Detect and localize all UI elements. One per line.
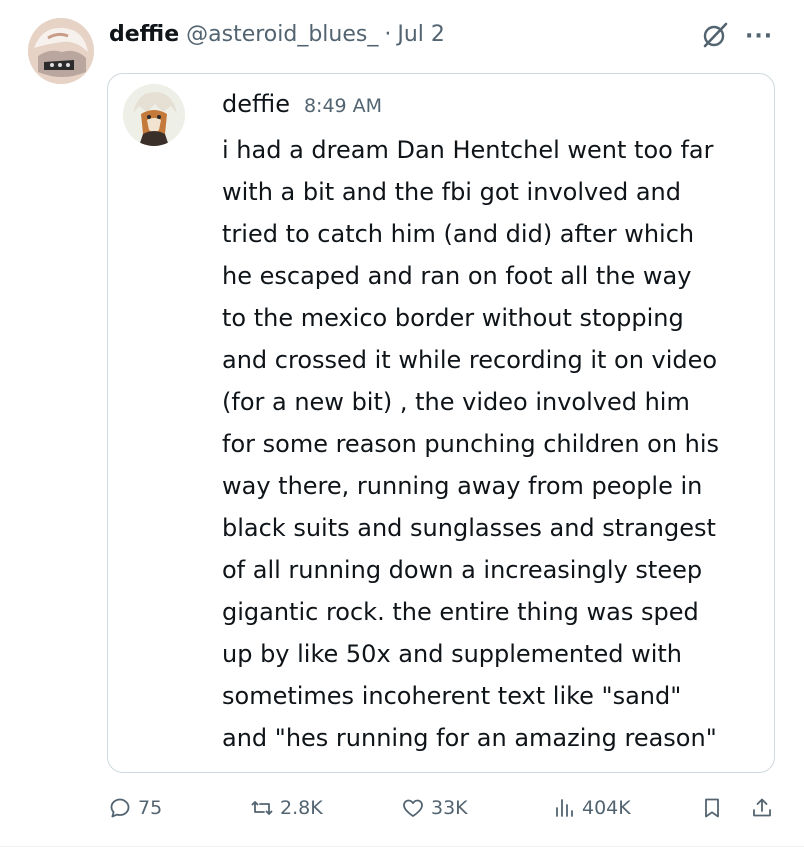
grok-icon[interactable] [700,20,730,50]
action-bar: 75 2.8K 33K 404K [108,788,776,828]
author-handle[interactable]: @asteroid_blues_ [186,22,378,47]
bookmark-button[interactable] [700,788,724,828]
post-header: deffie @asteroid_blues_ · Jul 2 [109,18,445,50]
quoted-author-name: deffie [222,90,290,118]
quoted-text-line: he escaped and ran on foot all the way [222,262,692,290]
quoted-text-line: of all running down a increasingly steep [222,556,703,584]
quoted-text-line: to the mexico border without stopping [222,304,684,332]
quoted-text-line: with a bit and the fbi got involved and [222,178,681,206]
post-date[interactable]: Jul 2 [397,22,445,47]
divider [0,846,804,847]
share-button[interactable] [750,788,774,828]
quoted-text-line: gigantic rock. the entire thing was sped [222,598,699,626]
quoted-author-avatar [123,84,185,146]
quoted-text-line: way there, running away from people in [222,472,703,500]
repost-count: 2.8K [280,797,323,819]
quoted-header: deffie 8:49 AM [222,90,382,118]
like-button[interactable]: 33K [401,788,468,828]
quoted-text-line: sometimes incoherent text like "sand" [222,682,682,710]
quoted-text-line: (for a new bit) , the video involved him [222,388,690,416]
quoted-text-line: and crossed it while recording it on vid… [222,346,718,374]
like-count: 33K [431,797,468,819]
quoted-post[interactable]: deffie 8:49 AM i had a dream Dan Hentche… [107,73,775,773]
quoted-text-line: for some reason punching children on his [222,430,720,458]
quoted-text-line: up by like 50x and supplemented with [222,640,682,668]
reply-button[interactable]: 75 [108,788,162,828]
views-button[interactable]: 404K [552,788,631,828]
author-name[interactable]: deffie [109,22,179,47]
reply-count: 75 [138,797,163,819]
quoted-time: 8:49 AM [303,95,383,117]
quoted-text-line: tried to catch him (and did) after which [222,220,695,248]
quoted-text-line: and "hes running for an amazing reason" [222,724,717,752]
bookmark-icon [705,798,719,818]
repost-icon [251,801,273,815]
reply-icon [110,798,130,818]
share-icon [753,798,771,817]
views-count: 404K [582,797,631,819]
quoted-text: i had a dream Dan Hentchel went too far … [222,129,767,759]
quoted-text-line: black suits and sunglasses and strangest [222,514,716,542]
views-icon [556,799,573,817]
quoted-avatar-image [123,84,185,146]
heart-icon [403,799,423,817]
more-icon[interactable]: ··· [745,24,775,49]
author-avatar[interactable] [28,18,94,84]
quoted-text-line: i had a dream Dan Hentchel went too far [222,136,714,164]
header-separator: · [384,21,392,47]
repost-button[interactable]: 2.8K [250,788,323,828]
author-avatar-image [28,18,94,84]
